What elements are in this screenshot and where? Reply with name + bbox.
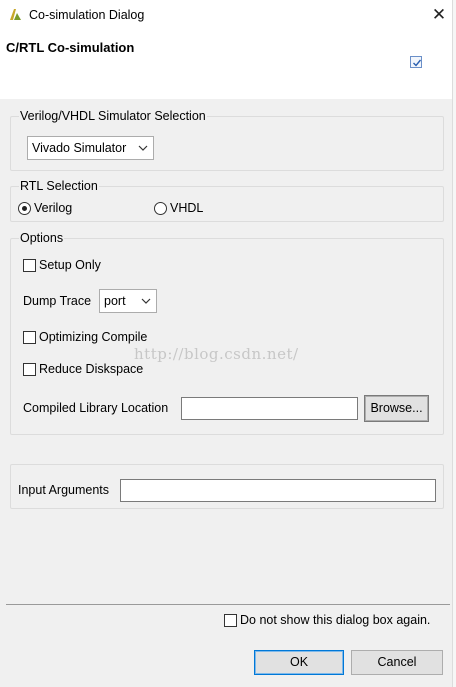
reduce-diskspace-checkbox[interactable] <box>23 363 36 376</box>
chevron-down-icon <box>138 145 148 151</box>
vhdl-radio-label: VHDL <box>170 201 204 215</box>
optimizing-compile-checkbox[interactable] <box>23 331 36 344</box>
reduce-diskspace-label: Reduce Diskspace <box>39 362 144 376</box>
options-group-label: Options <box>19 231 65 246</box>
vhdl-radio[interactable] <box>154 202 167 215</box>
verilog-radio[interactable] <box>18 202 31 215</box>
dont-show-again-checkbox[interactable] <box>224 614 237 627</box>
chevron-down-icon <box>141 298 151 304</box>
title-bar: Co-simulation Dialog ✕ <box>0 0 456 32</box>
dump-trace-label: Dump Trace <box>23 294 92 308</box>
dialog-header: C/RTL Co-simulation <box>0 32 456 99</box>
compiled-library-input[interactable] <box>181 397 358 420</box>
setup-only-label: Setup Only <box>39 258 101 272</box>
setup-only-checkbox[interactable] <box>23 259 36 272</box>
close-button[interactable]: ✕ <box>425 3 453 27</box>
dont-show-again-label: Do not show this dialog box again. <box>240 613 431 627</box>
compiled-library-label: Compiled Library Location <box>23 401 169 415</box>
simulator-group-label: Verilog/VHDL Simulator Selection <box>19 109 207 124</box>
window-title: Co-simulation Dialog <box>29 8 145 22</box>
vivado-hls-icon <box>9 8 22 21</box>
verilog-radio-label: Verilog <box>34 201 73 215</box>
dump-trace-dropdown[interactable]: port <box>99 289 157 313</box>
cancel-button[interactable]: Cancel <box>351 650 443 675</box>
dialog-heading: C/RTL Co-simulation <box>6 40 135 55</box>
input-arguments-label: Input Arguments <box>18 483 110 497</box>
dump-trace-selected-value: port <box>104 294 126 308</box>
optimizing-compile-label: Optimizing Compile <box>39 330 148 344</box>
close-icon: ✕ <box>431 5 447 24</box>
rtl-selection-group: RTL Selection <box>10 179 444 222</box>
window-border <box>452 0 456 687</box>
footer-separator <box>6 604 450 605</box>
rtl-group-label: RTL Selection <box>19 179 99 194</box>
input-arguments-input[interactable] <box>120 479 436 502</box>
simulator-dropdown[interactable]: Vivado Simulator <box>27 136 154 160</box>
browse-button[interactable]: Browse... <box>364 395 429 422</box>
simulator-selected-value: Vivado Simulator <box>32 141 127 155</box>
checkbox-icon <box>410 56 422 68</box>
ok-button[interactable]: OK <box>254 650 344 675</box>
